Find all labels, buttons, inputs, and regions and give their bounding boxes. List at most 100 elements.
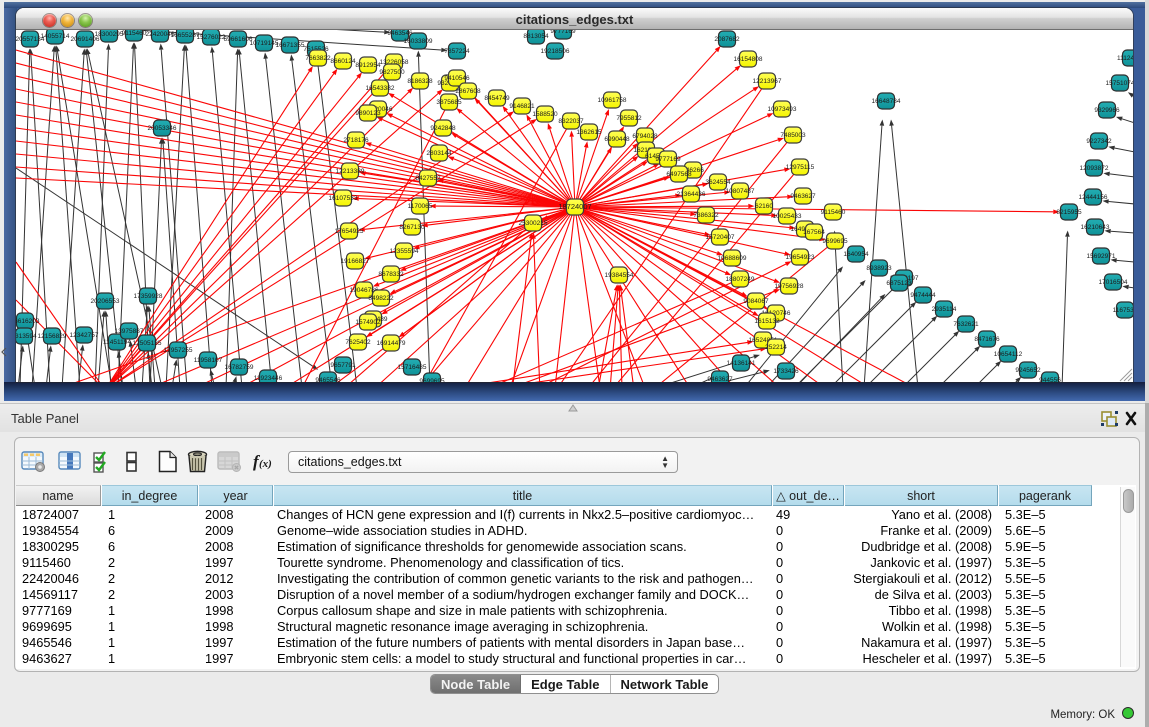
svg-text:9146821: 9146821 xyxy=(509,103,535,110)
svg-text:8813054: 8813054 xyxy=(523,33,549,40)
svg-text:17654925: 17654925 xyxy=(335,228,364,235)
svg-text:1733426: 1733426 xyxy=(773,368,799,375)
svg-text:8215955: 8215955 xyxy=(1056,209,1082,216)
svg-text:16648784: 16648784 xyxy=(872,98,901,105)
svg-text:12156829: 12156829 xyxy=(38,333,67,340)
svg-text:3875685: 3875685 xyxy=(436,99,462,106)
svg-text:18807249: 18807249 xyxy=(726,276,755,283)
svg-text:18724007: 18724007 xyxy=(558,202,591,211)
svg-text:14055714: 14055714 xyxy=(41,33,70,40)
svg-text:9242848: 9242848 xyxy=(430,125,456,132)
svg-text:16033809: 16033809 xyxy=(404,38,433,45)
svg-text:18300295: 18300295 xyxy=(95,31,124,38)
svg-text:8938923: 8938923 xyxy=(866,265,892,272)
svg-text:11958107: 11958107 xyxy=(194,357,223,364)
svg-text:1615132: 1615132 xyxy=(754,318,780,325)
svg-text:11124456: 11124456 xyxy=(1117,55,1133,62)
svg-text:8427552: 8427552 xyxy=(415,175,441,182)
svg-text:9827500: 9827500 xyxy=(379,69,405,76)
svg-text:19756928: 19756928 xyxy=(775,283,804,290)
svg-text:9474444: 9474444 xyxy=(910,292,936,299)
svg-text:6497568: 6497568 xyxy=(666,171,692,178)
svg-text:9465546: 9465546 xyxy=(315,377,341,382)
svg-text:20206553: 20206553 xyxy=(91,298,120,305)
svg-text:6794028: 6794028 xyxy=(632,133,658,140)
svg-text:12355594: 12355594 xyxy=(390,248,419,255)
svg-text:9699695: 9699695 xyxy=(419,378,445,382)
svg-text:12213967: 12213967 xyxy=(753,78,782,85)
svg-text:10688609: 10688609 xyxy=(718,255,747,262)
svg-text:10807487: 10807487 xyxy=(726,188,755,195)
svg-text:6990448: 6990448 xyxy=(604,136,630,143)
svg-text:944556: 944556 xyxy=(1039,377,1061,382)
svg-text:1362615: 1362615 xyxy=(576,129,602,136)
svg-text:7955812: 7955812 xyxy=(616,115,642,122)
svg-text:7857224: 7857224 xyxy=(444,48,470,55)
svg-text:16914479: 16914479 xyxy=(377,340,406,347)
svg-text:9463627: 9463627 xyxy=(707,376,733,382)
svg-text:252214: 252214 xyxy=(765,344,787,351)
svg-text:21364436: 21364436 xyxy=(677,191,706,198)
svg-text:19384554: 19384554 xyxy=(605,272,634,279)
svg-text:62160: 62160 xyxy=(755,203,773,210)
svg-text:10961758: 10961758 xyxy=(598,97,627,104)
svg-text:19166827: 19166827 xyxy=(341,258,370,265)
svg-text:16210643: 16210643 xyxy=(1081,224,1110,231)
svg-text:8912954: 8912954 xyxy=(355,62,381,69)
svg-text:15751074: 15751074 xyxy=(1106,80,1133,87)
svg-text:7625402: 7625402 xyxy=(345,339,371,346)
svg-text:12093872: 12093872 xyxy=(1080,165,1109,172)
svg-text:9313594: 9313594 xyxy=(16,333,37,340)
svg-text:16782759: 16782759 xyxy=(225,364,254,371)
svg-text:2867608: 2867608 xyxy=(455,88,481,95)
svg-text:2803144: 2803144 xyxy=(426,150,452,157)
svg-text:16154808: 16154808 xyxy=(734,56,763,63)
svg-text:167564: 167564 xyxy=(803,229,825,236)
svg-text:10654112: 10654112 xyxy=(994,351,1023,358)
svg-text:12505135: 12505135 xyxy=(133,340,162,347)
svg-text:6875123: 6875123 xyxy=(886,280,912,287)
svg-text:9463627: 9463627 xyxy=(790,193,816,200)
svg-text:1588520: 1588520 xyxy=(532,111,558,118)
svg-text:8267130: 8267130 xyxy=(399,224,425,231)
svg-text:26616203: 26616203 xyxy=(16,318,40,325)
svg-text:10719145: 10719145 xyxy=(250,40,279,47)
svg-text:9699695: 9699695 xyxy=(822,238,848,245)
svg-text:15716485: 15716485 xyxy=(398,364,427,371)
svg-text:12444156: 12444156 xyxy=(1079,194,1108,201)
svg-text:(x): (x) xyxy=(259,458,272,470)
svg-text:9777169: 9777169 xyxy=(655,156,681,163)
svg-text:16671355: 16671355 xyxy=(276,42,305,49)
svg-text:10025433: 10025433 xyxy=(773,213,802,220)
svg-text:9115460: 9115460 xyxy=(821,209,846,216)
svg-text:7663822: 7663822 xyxy=(305,55,331,62)
svg-text:10973493: 10973493 xyxy=(768,106,797,113)
svg-text:19218506: 19218506 xyxy=(541,48,570,55)
svg-text:3624554: 3624554 xyxy=(705,179,731,186)
svg-text:9115460: 9115460 xyxy=(122,30,147,37)
svg-text:8498222: 8498222 xyxy=(368,295,394,302)
svg-text:11451194: 11451194 xyxy=(103,339,131,346)
svg-text:19654923: 19654923 xyxy=(786,254,815,261)
svg-text:69661606: 69661606 xyxy=(224,36,253,43)
svg-text:1574902: 1574902 xyxy=(355,319,381,326)
svg-text:12213389: 12213389 xyxy=(336,168,365,175)
svg-text:15276022: 15276022 xyxy=(197,34,226,41)
svg-text:11923446: 11923446 xyxy=(254,375,283,382)
svg-text:12342757: 12342757 xyxy=(70,332,99,339)
svg-text:8660124: 8660124 xyxy=(330,58,356,65)
svg-text:2718176: 2718176 xyxy=(343,137,369,144)
svg-text:15720407: 15720407 xyxy=(706,234,735,241)
svg-text:17016504: 17016504 xyxy=(1099,279,1128,286)
svg-text:8186328: 8186328 xyxy=(407,78,433,85)
svg-text:14136141: 14136141 xyxy=(727,360,756,367)
svg-text:16655287: 16655287 xyxy=(171,32,200,39)
svg-text:17359928: 17359928 xyxy=(134,293,163,300)
svg-text:7485003: 7485003 xyxy=(780,132,806,139)
svg-text:8678332: 8678332 xyxy=(378,271,404,278)
svg-text:25300215: 25300215 xyxy=(519,220,548,227)
svg-text:16543382: 16543382 xyxy=(366,85,395,92)
svg-text:9329966: 9329966 xyxy=(1094,107,1120,114)
svg-text:17957255: 17957255 xyxy=(164,347,193,354)
svg-text:1640954: 1640954 xyxy=(843,251,869,258)
